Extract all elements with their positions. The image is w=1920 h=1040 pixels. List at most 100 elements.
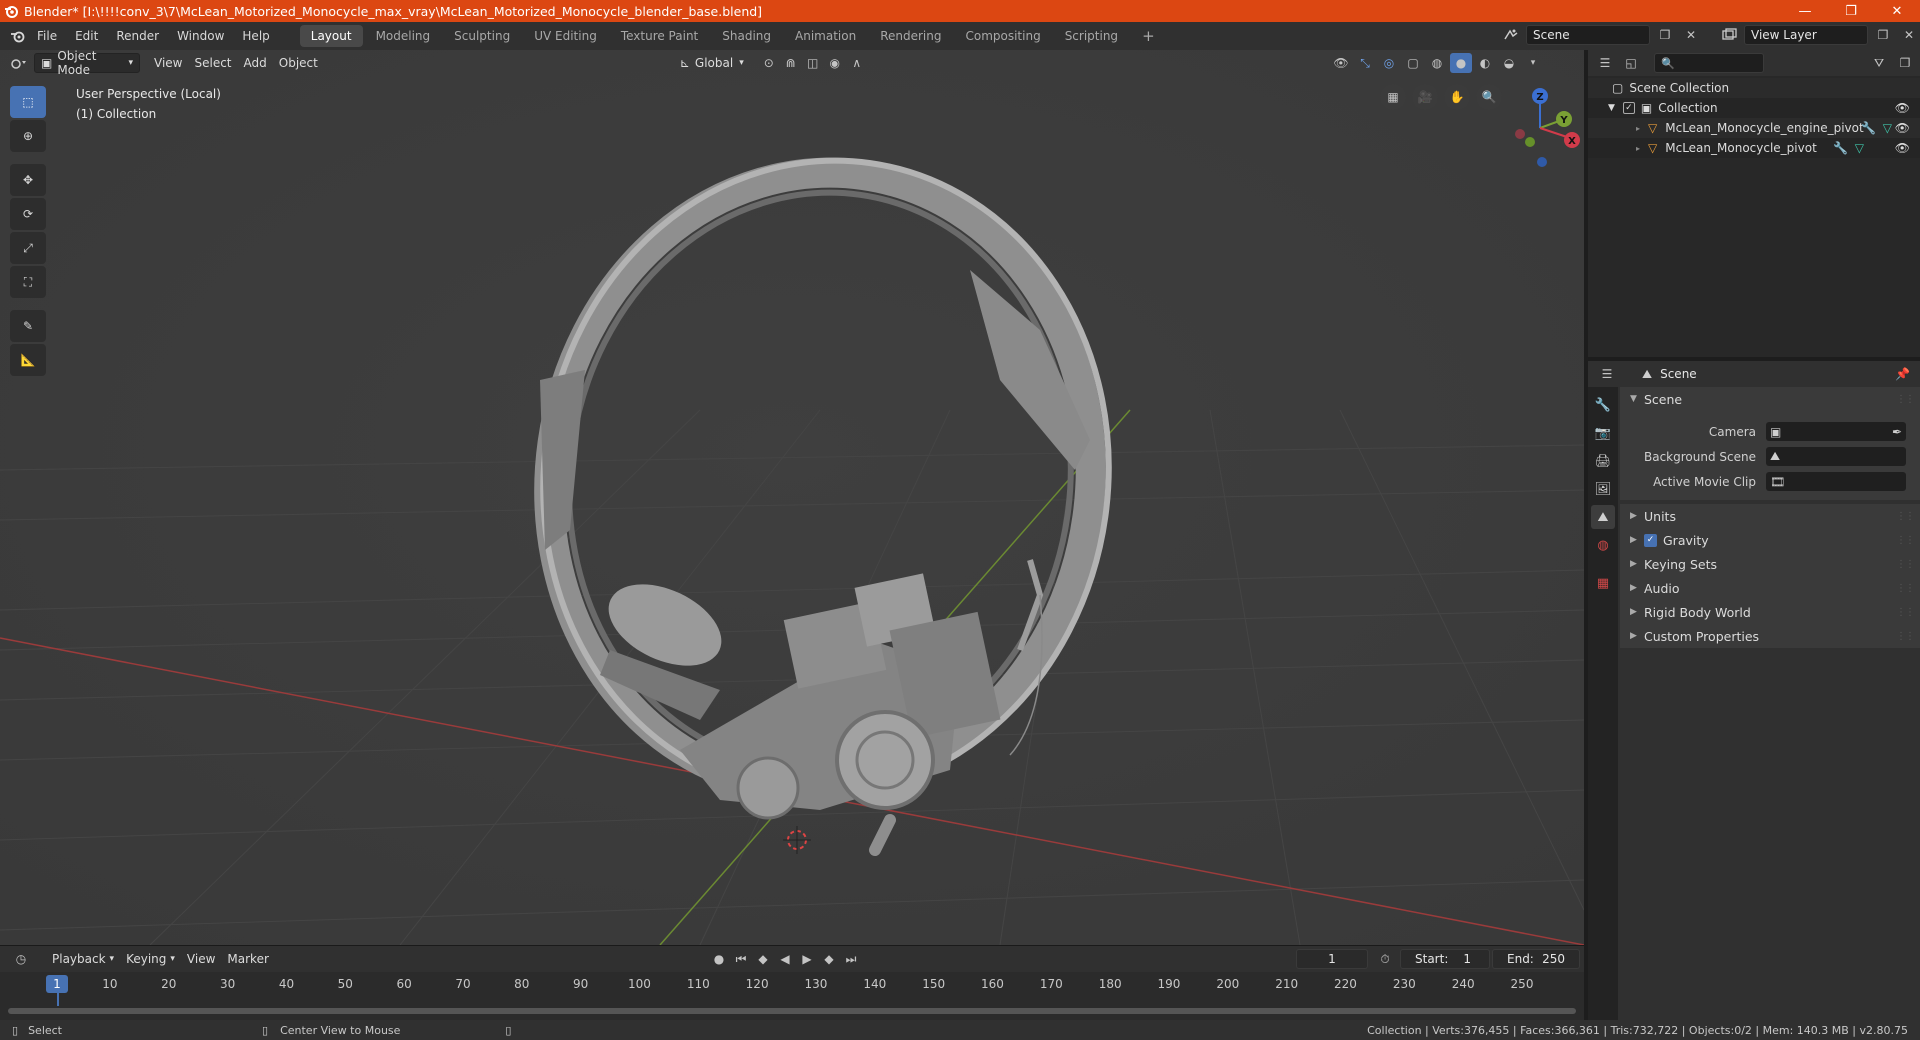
workspace-tab-rendering[interactable]: Rendering [869, 25, 952, 47]
output-tab-icon[interactable]: 🖨 [1591, 449, 1615, 473]
falloff-icon[interactable]: ∧ [846, 53, 868, 73]
timeline-ruler[interactable]: 1 10 20 30 40 50 60 70 80 90 100 110 120 130 140 150 160… [0, 972, 1584, 1006]
object-visibility-eye-icon[interactable]: 👁 [1895, 141, 1910, 155]
new-scene-icon[interactable]: ❐ [1654, 25, 1676, 45]
workspace-tab-modeling[interactable]: Modeling [365, 25, 442, 47]
move-tool-icon[interactable]: ✥ [10, 164, 46, 196]
scene-icon[interactable] [1500, 25, 1522, 45]
viewport-menu-view[interactable]: View [148, 53, 188, 73]
record-icon[interactable]: ● [708, 949, 730, 969]
rendered-shading-icon[interactable]: ◒ [1498, 53, 1520, 73]
collection-visibility-eye-icon[interactable]: 👁 [1895, 101, 1910, 115]
play-icon[interactable]: ▶ [796, 949, 818, 969]
timeline-menu-view[interactable]: View [181, 949, 221, 969]
rigid-body-world-panel-header[interactable]: ▶ Rigid Body World ⋮⋮ [1620, 600, 1920, 624]
measure-tool-icon[interactable]: 📐 [10, 344, 46, 376]
visibility-icon[interactable]: 👁 [1330, 53, 1352, 73]
expand-object-icon[interactable]: ▸ [1636, 124, 1640, 133]
workspace-tab-animation[interactable]: Animation [784, 25, 867, 47]
menu-file[interactable]: File [28, 25, 66, 47]
filter-icon[interactable]: ⛛ [1868, 53, 1890, 73]
proportional-editing-icon[interactable]: ◉ [824, 53, 846, 73]
view-layer-selector[interactable]: View Layer [1744, 25, 1868, 45]
timeline-menu-marker[interactable]: Marker [221, 949, 274, 969]
next-keyframe-icon[interactable]: ◆ [818, 949, 840, 969]
outliner-search-input[interactable]: 🔍 [1654, 53, 1764, 73]
prev-keyframe-icon[interactable]: ◆ [752, 949, 774, 969]
properties-editor-type-icon[interactable]: ☰ [1596, 364, 1618, 384]
gravity-checkbox[interactable]: ✓ [1644, 533, 1657, 547]
workspace-tab-sculpting[interactable]: Sculpting [443, 25, 521, 47]
new-view-layer-icon[interactable]: ❐ [1872, 25, 1894, 45]
scale-tool-icon[interactable]: ⤢ [10, 232, 46, 264]
scene-collection-row[interactable]: ▢ Scene Collection [1588, 78, 1920, 98]
workspace-tab-scripting[interactable]: Scripting [1054, 25, 1129, 47]
object-mode-dropdown[interactable]: ▣ Object Mode ▾ [34, 50, 140, 77]
solid-shading-icon[interactable]: ● [1450, 53, 1472, 73]
camera-view-icon[interactable]: 🎥 [1412, 84, 1438, 110]
render-tab-icon[interactable]: 📷 [1591, 421, 1615, 445]
close-window-button[interactable]: ✕ [1874, 0, 1920, 22]
shading-options-icon[interactable]: ▾ [1522, 53, 1544, 73]
tool-tab-icon[interactable]: 🔧 [1591, 393, 1615, 417]
start-frame-field[interactable]: Start: 1 [1400, 949, 1490, 969]
gizmo-toggle-icon[interactable]: ⤡ [1354, 53, 1376, 73]
display-mode-icon[interactable]: ◱ [1620, 53, 1642, 73]
expand-collection-icon[interactable]: ▼ [1608, 103, 1615, 113]
collection-row[interactable]: ▼ ✓ ▣ Collection 👁 [1588, 98, 1920, 118]
collection-checkbox[interactable]: ✓ [1622, 102, 1635, 114]
panel-grip-icon[interactable]: ⋮⋮ [1896, 607, 1915, 618]
jump-start-icon[interactable]: ⏮ [730, 949, 752, 969]
add-workspace-button[interactable]: + [1131, 25, 1166, 47]
annotate-tool-icon[interactable]: ✎ [10, 310, 46, 342]
restore-button[interactable]: ❐ [1828, 0, 1874, 22]
snap-icon[interactable]: ⋒ [780, 53, 802, 73]
eyedropper-icon[interactable]: ✒ [1892, 425, 1902, 439]
outliner-editor-type-icon[interactable]: ☰ [1594, 53, 1616, 73]
timeline-editor-type-icon[interactable]: ◷ [10, 949, 32, 969]
delete-view-layer-icon[interactable]: ✕ [1898, 25, 1920, 45]
texture-tab-icon[interactable]: ▦ [1591, 571, 1615, 595]
menu-render[interactable]: Render [107, 25, 168, 47]
grid-icon[interactable]: ▦ [1380, 84, 1406, 110]
timeline-menu-playback[interactable]: Playback ▾ [46, 949, 120, 969]
snap-target-icon[interactable]: ◫ [802, 53, 824, 73]
scene-selector[interactable]: Scene [1526, 25, 1650, 45]
timeline-scrollbar[interactable] [8, 1008, 1576, 1014]
rotate-tool-icon[interactable]: ⟳ [10, 198, 46, 230]
viewport-menu-select[interactable]: Select [188, 53, 237, 73]
audio-panel-header[interactable]: ▶ Audio ⋮⋮ [1620, 576, 1920, 600]
current-frame-indicator[interactable]: 1 [46, 975, 68, 993]
workspace-tab-shading[interactable]: Shading [711, 25, 782, 47]
gravity-panel-header[interactable]: ▶ ✓ Gravity ⋮⋮ [1620, 528, 1920, 552]
workspace-tab-uv-editing[interactable]: UV Editing [523, 25, 608, 47]
scene-tab-icon[interactable]: ⛰ [1591, 505, 1615, 529]
new-collection-icon[interactable]: ❐ [1894, 53, 1916, 73]
world-tab-icon[interactable]: ◍ [1591, 533, 1615, 557]
navigation-gizmo[interactable]: Z Y X [1496, 80, 1584, 170]
minimize-button[interactable]: — [1782, 0, 1828, 22]
end-frame-field[interactable]: End: 250 [1492, 949, 1580, 969]
cursor-tool-icon[interactable]: ⊕ [10, 120, 46, 152]
object-visibility-eye-icon[interactable]: 👁 [1895, 121, 1910, 135]
pivot-point-icon[interactable]: ⊙ [758, 53, 780, 73]
expand-object-icon[interactable]: ▸ [1636, 144, 1640, 153]
transform-orientation-dropdown[interactable]: ⊾ Global ▾ [674, 53, 750, 73]
outliner-object-row[interactable]: ▸ ▽ McLean_Monocycle_engine_pivot 🔧 ▽ 👁 [1588, 118, 1920, 138]
view-layer-tab-icon[interactable]: 🖼 [1591, 477, 1615, 501]
menu-window[interactable]: Window [168, 25, 233, 47]
background-scene-input[interactable]: ⛰ [1766, 447, 1906, 466]
editor-type-icon[interactable] [8, 53, 30, 73]
viewport-menu-object[interactable]: Object [273, 53, 324, 73]
transform-tool-icon[interactable]: ⛶ [10, 266, 46, 298]
panel-grip-icon[interactable]: ⋮⋮ [1896, 631, 1915, 642]
camera-input[interactable]: ▣ ✒ [1766, 422, 1906, 441]
menu-edit[interactable]: Edit [66, 25, 107, 47]
view-layer-icon[interactable] [1718, 25, 1740, 45]
current-frame-field[interactable]: 1 [1296, 949, 1368, 969]
select-box-tool-icon[interactable]: ⬚ [10, 86, 46, 118]
wireframe-shading-icon[interactable]: ◍ [1426, 53, 1448, 73]
xray-icon[interactable]: ▢ [1402, 53, 1424, 73]
menu-help[interactable]: Help [233, 25, 278, 47]
use-preview-range-icon[interactable]: ⏱ [1374, 949, 1396, 969]
